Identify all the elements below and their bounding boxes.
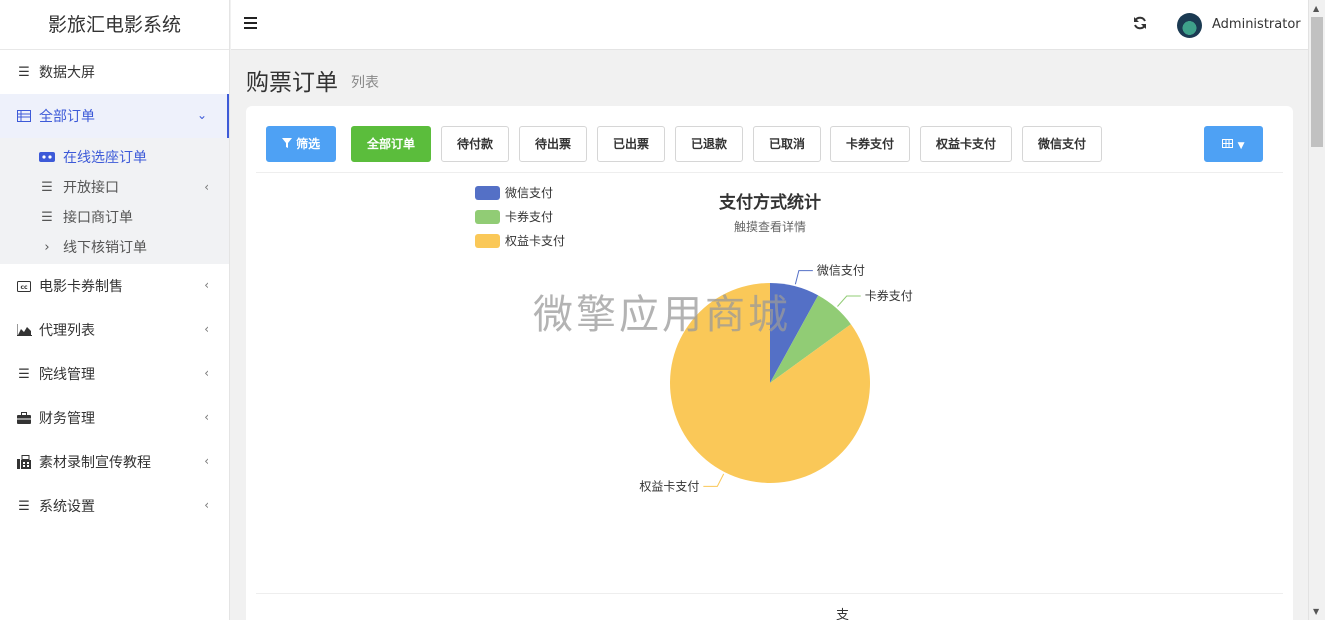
legend-swatch[interactable] [475, 234, 500, 248]
ticket-icon [39, 151, 55, 163]
chevron-left-icon: ‹ [204, 278, 209, 292]
legend-swatch[interactable] [475, 186, 500, 200]
orders-card: 筛选 全部订单 待付款 待出票 已出票 已退款 已取消 卡券支付 权益卡支付 微… [246, 106, 1293, 620]
page-subtitle: 列表 [351, 75, 379, 91]
legend-label[interactable]: 权益卡支付 [505, 234, 565, 248]
sidebar-item-label: 素材录制宣传教程 [39, 455, 151, 471]
list-icon: ☰ [18, 366, 30, 382]
svg-text:cc: cc [20, 284, 28, 291]
sidebar-item-agents[interactable]: 代理列表 ‹ [0, 308, 229, 352]
area-chart-icon [16, 322, 32, 338]
chevron-left-icon: ‹ [204, 498, 209, 512]
sidebar-item-label: 全部订单 [39, 109, 95, 125]
slice-label: 权益卡支付 [639, 479, 699, 493]
list-icon: ☰ [41, 179, 53, 195]
cc-icon: cc [16, 278, 32, 294]
sidebar-item-label: 系统设置 [39, 499, 95, 515]
sidebar-subitem-open-api[interactable]: ☰ 开放接口 ‹ [0, 172, 229, 202]
chart-subtitle: 触摸查看详情 [734, 219, 806, 234]
label-leader-line [794, 270, 813, 285]
tab-wechat-pay[interactable]: 微信支付 [1022, 126, 1102, 162]
filter-label: 筛选 [296, 137, 321, 151]
page-title: 购票订单 [246, 70, 338, 96]
sidebar: 影旅汇电影系统 ☰ 数据大屏 全部订单 ⌄ 在线选座订单 ☰ 开放接口 ‹ ☰ … [0, 0, 230, 620]
tab-cancelled[interactable]: 已取消 [753, 126, 821, 162]
watermark: 微擎应用商城 [533, 292, 791, 338]
caret-down-icon: ▼ [1237, 141, 1245, 151]
sidebar-subitem-api-orders[interactable]: ☰ 接口商订单 [0, 202, 229, 232]
chart-title: 支付方式统计 [719, 192, 821, 213]
tab-refunded[interactable]: 已退款 [675, 126, 743, 162]
tab-all-orders[interactable]: 全部订单 [351, 126, 431, 162]
sidebar-subitem-offline-orders[interactable]: › 线下核销订单 [0, 232, 229, 262]
sidebar-subitem-label: 接口商订单 [63, 210, 133, 226]
refresh-icon[interactable] [1133, 15, 1147, 34]
brand-title: 影旅汇电影系统 [0, 0, 229, 50]
scroll-down-icon[interactable]: ▼ [1313, 607, 1319, 616]
chevron-down-icon: ⌄ [196, 108, 207, 122]
legend-swatch[interactable] [475, 210, 500, 224]
divider [256, 593, 1283, 594]
fax-icon [16, 454, 32, 470]
sidebar-item-card-sales[interactable]: cc 电影卡券制售 ‹ [0, 264, 229, 308]
footer-text: 支 [836, 608, 850, 620]
sidebar-item-all-orders[interactable]: 全部订单 ⌄ [0, 94, 229, 138]
chevron-left-icon: ‹ [204, 410, 209, 424]
table-icon [16, 108, 32, 124]
user-name[interactable]: Administrator [1212, 17, 1301, 32]
slice-label: 微信支付 [817, 264, 865, 278]
sidebar-item-label: 院线管理 [39, 367, 95, 383]
sidebar-item-dashboard[interactable]: ☰ 数据大屏 [0, 50, 229, 94]
chevron-left-icon: ‹ [204, 366, 209, 380]
scrollbar-thumb[interactable] [1311, 17, 1323, 147]
sidebar-subitem-online-seat[interactable]: 在线选座订单 [0, 142, 229, 172]
legend-label[interactable]: 微信支付 [505, 186, 553, 200]
chevron-left-icon: ‹ [204, 180, 209, 194]
filter-icon [281, 137, 296, 151]
list-icon: ☰ [18, 498, 30, 514]
top-navbar: Administrator [231, 0, 1308, 50]
scroll-up-icon[interactable]: ▲ [1313, 4, 1319, 13]
tab-coupon-pay[interactable]: 卡券支付 [830, 126, 910, 162]
sidebar-subitem-label: 在线选座订单 [63, 150, 147, 166]
filter-button[interactable]: 筛选 [266, 126, 336, 162]
avatar[interactable] [1177, 13, 1202, 38]
chevron-left-icon: ‹ [204, 322, 209, 336]
grid-icon [1222, 137, 1237, 151]
tab-pending-payment[interactable]: 待付款 [441, 126, 509, 162]
chevron-right-icon: › [44, 239, 50, 255]
label-leader-line [703, 473, 725, 487]
sidebar-item-finance[interactable]: 财务管理 ‹ [0, 396, 229, 440]
sidebar-subitem-label: 开放接口 [63, 180, 119, 196]
payment-pie-chart[interactable]: 微信支付卡券支付权益卡支付 支付方式统计 触摸查看详情 微信支付卡券支付权益卡支… [246, 172, 1293, 592]
menu-toggle-icon[interactable] [244, 17, 257, 30]
sidebar-subnav: 在线选座订单 ☰ 开放接口 ‹ ☰ 接口商订单 › 线下核销订单 [0, 138, 229, 264]
tab-pending-ticket[interactable]: 待出票 [519, 126, 587, 162]
list-icon: ☰ [41, 209, 53, 225]
sidebar-subitem-label: 线下核销订单 [63, 240, 147, 256]
chevron-left-icon: ‹ [204, 454, 209, 468]
sidebar-item-cinemas[interactable]: ☰ 院线管理 ‹ [0, 352, 229, 396]
label-leader-line [837, 295, 861, 307]
tab-ticketed[interactable]: 已出票 [597, 126, 665, 162]
sidebar-item-label: 电影卡券制售 [39, 279, 123, 295]
tab-equity-card-pay[interactable]: 权益卡支付 [920, 126, 1012, 162]
list-icon: ☰ [18, 64, 30, 80]
page-scrollbar[interactable]: ▲ ▼ [1308, 0, 1325, 620]
slice-label: 卡券支付 [865, 288, 913, 303]
sidebar-item-label: 代理列表 [39, 323, 95, 339]
sidebar-item-tutorials[interactable]: 素材录制宣传教程 ‹ [0, 440, 229, 484]
sidebar-item-label: 财务管理 [39, 411, 95, 427]
columns-dropdown-button[interactable]: ▼ [1204, 126, 1263, 162]
briefcase-icon [16, 410, 32, 426]
sidebar-item-settings[interactable]: ☰ 系统设置 ‹ [0, 484, 229, 528]
legend-label[interactable]: 卡券支付 [505, 209, 553, 224]
sidebar-item-label: 数据大屏 [39, 65, 95, 81]
